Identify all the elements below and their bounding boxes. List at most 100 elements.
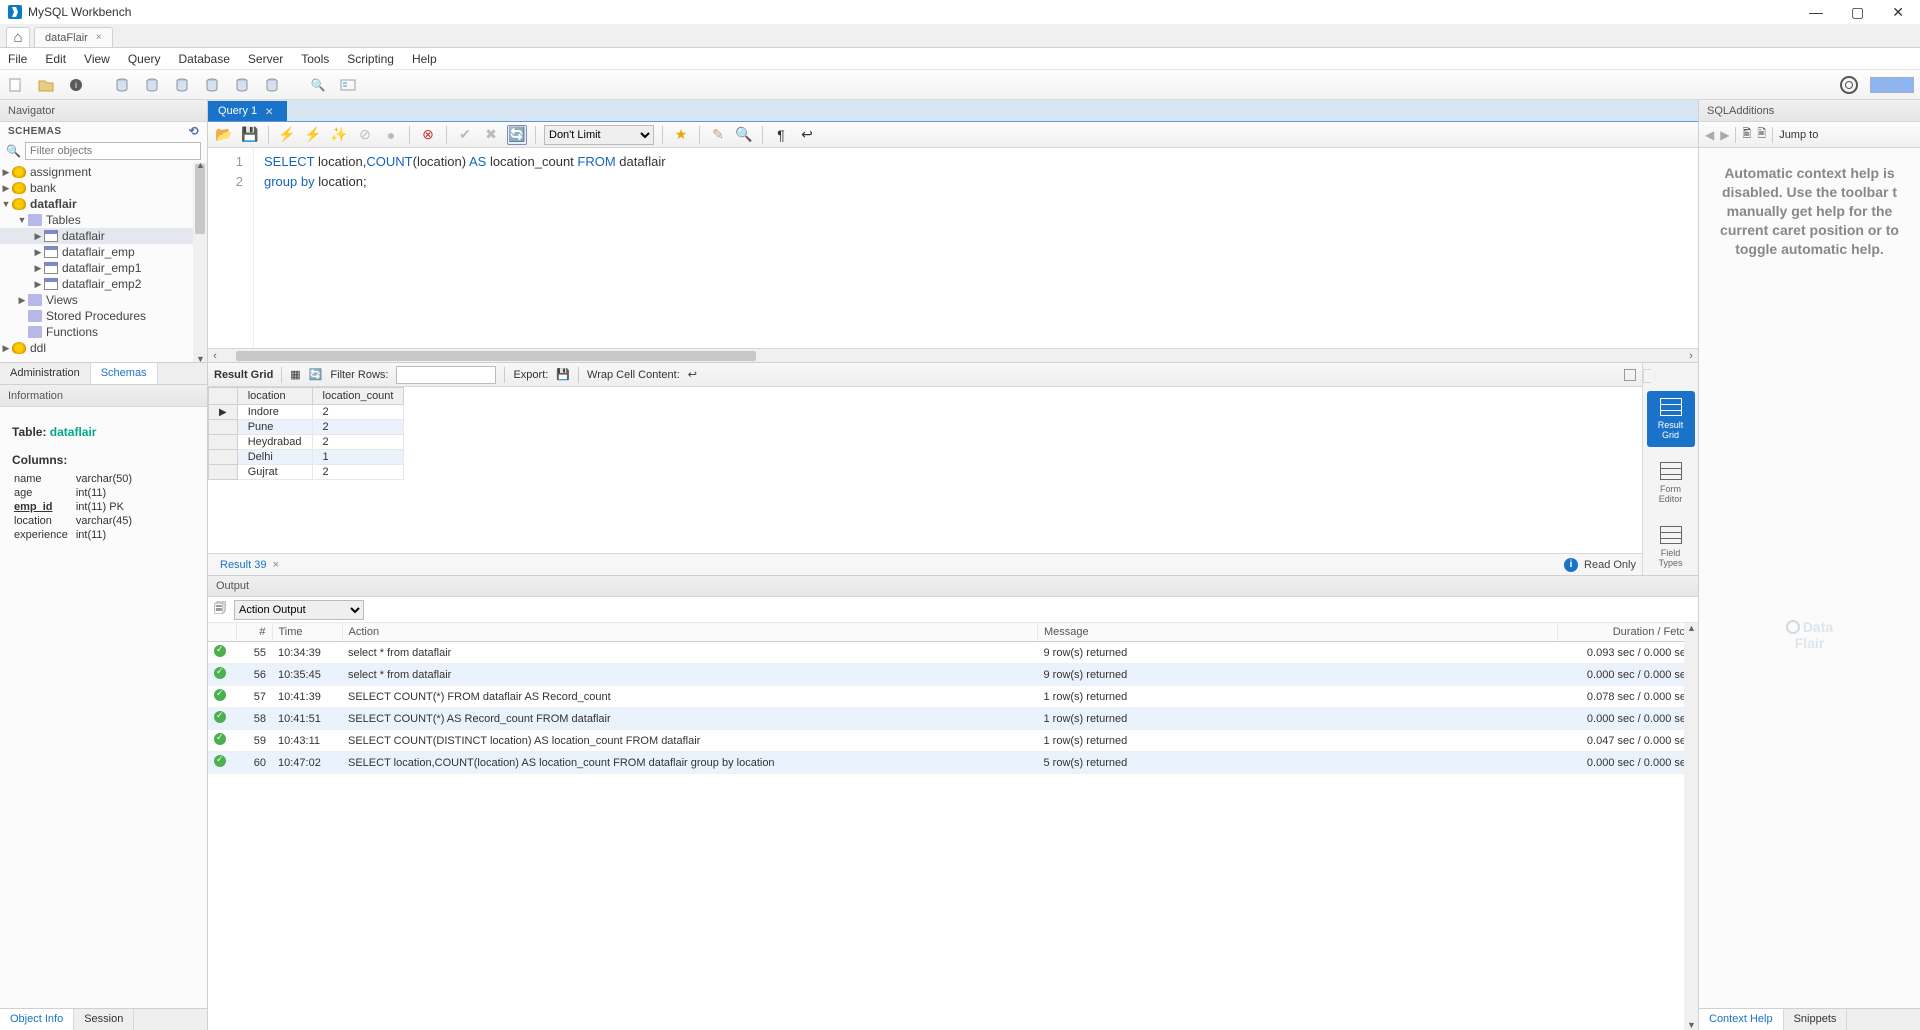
output-row[interactable]: 5710:41:39SELECT COUNT(*) FROM dataflair… <box>208 686 1698 708</box>
invisible-icon[interactable]: ¶ <box>771 125 791 145</box>
tab-administration[interactable]: Administration <box>0 363 91 384</box>
tree-item-selected[interactable]: ▶dataflair <box>0 228 207 244</box>
new-sql-tab-icon[interactable] <box>6 75 26 95</box>
menu-view[interactable]: View <box>84 52 110 66</box>
beautify-icon[interactable]: ★ <box>671 125 691 145</box>
filter-icon[interactable]: 🔄 <box>309 368 323 381</box>
output-row[interactable]: 5810:41:51SELECT COUNT(*) AS Record_coun… <box>208 708 1698 730</box>
output-grid[interactable]: # Time Action Message Duration / Fetch 5… <box>208 623 1698 1030</box>
tree-item[interactable]: ▶Stored Procedures <box>0 308 207 324</box>
db-icon[interactable] <box>112 75 132 95</box>
panel-toggle-icon[interactable] <box>1624 369 1636 381</box>
cancel-icon[interactable]: ⊗ <box>418 125 438 145</box>
db-icon[interactable] <box>232 75 252 95</box>
editor-hscroll[interactable] <box>208 348 1698 362</box>
output-row[interactable]: 5910:43:11SELECT COUNT(DISTINCT location… <box>208 730 1698 752</box>
save-icon[interactable]: 💾 <box>240 125 260 145</box>
open-icon[interactable]: 📂 <box>214 125 234 145</box>
commit-icon[interactable]: ✔ <box>455 125 475 145</box>
grid-icon[interactable]: ▦ <box>290 368 300 381</box>
result-grid[interactable]: locationlocation_count ▶Indore2 Pune2 He… <box>208 387 1642 497</box>
inspector-icon[interactable]: i <box>66 75 86 95</box>
wrap-icon[interactable]: ↩ <box>797 125 817 145</box>
sql-code[interactable]: SELECT location,COUNT(location) AS locat… <box>254 148 676 348</box>
tab-schemas[interactable]: Schemas <box>91 363 158 384</box>
result-tab[interactable]: Result 39 × <box>214 559 285 571</box>
maximize-button[interactable]: ▢ <box>1851 4 1864 21</box>
tree-item[interactable]: ▶dataflair_emp1 <box>0 260 207 276</box>
field-types-button[interactable]: Field Types <box>1647 519 1695 575</box>
close-icon[interactable]: × <box>96 32 102 43</box>
autocommit-icon[interactable]: 🔄 <box>507 125 527 145</box>
find-icon[interactable]: 🔍 <box>734 125 754 145</box>
navigator-panel: Navigator SCHEMAS ⟲ 🔍 ▶assignment ▶bank … <box>0 100 208 1030</box>
filter-objects-input[interactable] <box>25 142 201 160</box>
db-icon[interactable] <box>202 75 222 95</box>
tree-item[interactable]: ▶dataflair_emp <box>0 244 207 260</box>
menu-scripting[interactable]: Scripting <box>347 52 394 66</box>
limit-select[interactable]: Don't Limit <box>544 125 654 145</box>
tab-context-help[interactable]: Context Help <box>1699 1009 1784 1030</box>
export-icon[interactable]: 💾 <box>556 368 570 381</box>
back-icon[interactable]: ◀ <box>1705 128 1714 142</box>
tree-item[interactable]: ▼dataflair <box>0 196 207 212</box>
filter-rows-input[interactable] <box>396 366 496 384</box>
output-type-select[interactable]: Action Output <box>234 600 364 620</box>
refresh-icon[interactable]: ⟲ <box>188 124 199 138</box>
menu-tools[interactable]: Tools <box>301 52 329 66</box>
menu-query[interactable]: Query <box>128 52 161 66</box>
scrollbar[interactable]: ▲▼ <box>1684 623 1698 1030</box>
result-grid-button[interactable]: Result Grid <box>1647 391 1695 447</box>
panel-toggle[interactable] <box>1870 77 1914 93</box>
db-icon[interactable] <box>262 75 282 95</box>
search-icon: 🔍 <box>6 144 21 158</box>
forward-icon[interactable]: ▶ <box>1720 128 1729 142</box>
search-icon[interactable]: 🔍 <box>308 75 328 95</box>
rollback-icon[interactable]: ✖ <box>481 125 501 145</box>
db-icon[interactable] <box>172 75 192 95</box>
minimize-button[interactable]: — <box>1809 4 1823 21</box>
menu-server[interactable]: Server <box>248 52 283 66</box>
dashboard-icon[interactable] <box>338 75 358 95</box>
form-editor-button[interactable]: Form Editor <box>1647 455 1695 511</box>
menu-database[interactable]: Database <box>179 52 230 66</box>
execute-icon[interactable]: ⚡ <box>277 125 297 145</box>
tree-item[interactable]: ▶bank <box>0 180 207 196</box>
help-icon[interactable]: 🖺 <box>1742 125 1751 144</box>
stop-icon[interactable]: ⊘ <box>355 125 375 145</box>
wrap-icon[interactable]: ↩ <box>688 368 697 381</box>
stop-icon[interactable]: ● <box>381 125 401 145</box>
success-icon <box>214 645 226 657</box>
tree-item[interactable]: ▶Functions <box>0 324 207 340</box>
close-icon[interactable]: × <box>269 559 278 571</box>
close-icon[interactable]: × <box>265 106 273 116</box>
open-sql-icon[interactable] <box>36 75 56 95</box>
tree-item[interactable]: ▶assignment <box>0 164 207 180</box>
output-row[interactable]: 6010:47:02SELECT location,COUNT(location… <box>208 752 1698 774</box>
tab-object-info[interactable]: Object Info <box>0 1009 74 1030</box>
tab-session[interactable]: Session <box>74 1009 134 1030</box>
db-icon[interactable] <box>142 75 162 95</box>
brush-icon[interactable]: ✎ <box>708 125 728 145</box>
query-tab[interactable]: Query 1 × <box>208 101 287 121</box>
menu-edit[interactable]: Edit <box>45 52 66 66</box>
sql-editor[interactable]: 1 2 SELECT location,COUNT(location) AS l… <box>208 148 1698 348</box>
scrollbar[interactable]: ▲▼ <box>193 162 207 362</box>
connection-tab[interactable]: dataFlair × <box>34 27 113 47</box>
tree-item[interactable]: ▶ddl <box>0 340 207 356</box>
tree-item[interactable]: ▶Views <box>0 292 207 308</box>
auto-icon[interactable]: 🖹 <box>1757 125 1766 144</box>
explain-icon[interactable]: ✨ <box>329 125 349 145</box>
tree-item[interactable]: ▼Tables <box>0 212 207 228</box>
home-tab[interactable]: ⌂ <box>6 27 30 47</box>
execute-current-icon[interactable]: ⚡ <box>303 125 323 145</box>
output-row[interactable]: 5510:34:39select * from dataflair9 row(s… <box>208 642 1698 664</box>
tree-item[interactable]: ▶dataflair_emp2 <box>0 276 207 292</box>
close-button[interactable]: ✕ <box>1892 4 1904 21</box>
menu-help[interactable]: Help <box>412 52 437 66</box>
menu-file[interactable]: File <box>8 52 27 66</box>
jump-to-label[interactable]: Jump to <box>1779 129 1818 141</box>
output-row[interactable]: 5610:35:45select * from dataflair9 row(s… <box>208 664 1698 686</box>
tab-snippets[interactable]: Snippets <box>1784 1009 1848 1030</box>
settings-icon[interactable] <box>1840 76 1858 94</box>
